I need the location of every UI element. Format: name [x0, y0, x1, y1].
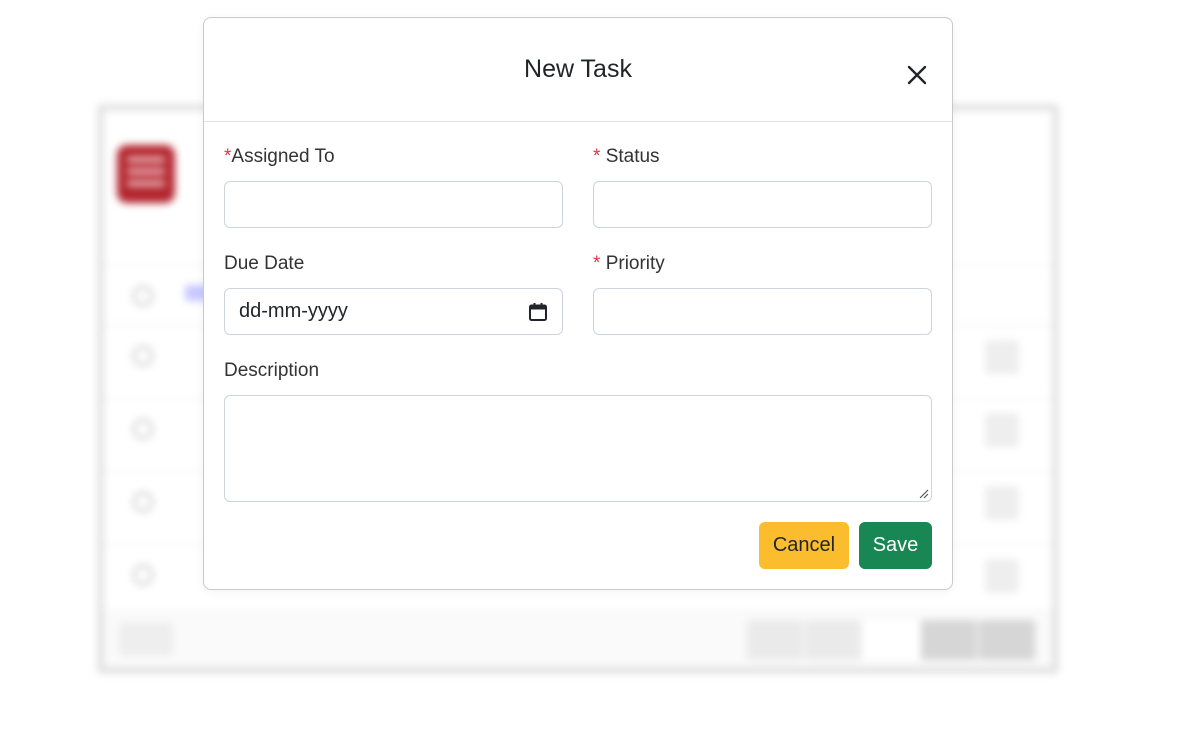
modal-title: New Task: [524, 55, 632, 83]
required-mark: *: [593, 253, 601, 274]
calendar-icon[interactable]: [528, 302, 548, 322]
required-mark: *: [593, 146, 601, 167]
due-date-label: Due Date: [224, 253, 305, 274]
status-label: * Status: [593, 146, 660, 167]
background-pagination: [103, 608, 1053, 668]
new-task-modal: New Task *Assigned To * Status Due Date …: [203, 17, 953, 590]
description-textarea[interactable]: [224, 395, 932, 502]
resize-handle-icon[interactable]: [917, 487, 929, 499]
status-field[interactable]: [593, 181, 932, 228]
save-button[interactable]: Save: [859, 522, 932, 569]
modal-header: New Task: [204, 18, 952, 122]
close-button[interactable]: [904, 62, 930, 88]
app-logo-icon: [117, 145, 175, 203]
priority-field[interactable]: [593, 288, 932, 335]
cancel-button[interactable]: Cancel: [759, 522, 849, 569]
due-date-placeholder: dd-mm-yyyy: [239, 300, 348, 322]
assigned-to-field[interactable]: [224, 181, 563, 228]
description-label: Description: [224, 360, 320, 381]
priority-label: * Priority: [593, 253, 665, 274]
due-date-input[interactable]: dd-mm-yyyy: [224, 288, 563, 335]
assigned-to-label: *Assigned To: [224, 146, 335, 167]
close-icon: [907, 65, 927, 85]
